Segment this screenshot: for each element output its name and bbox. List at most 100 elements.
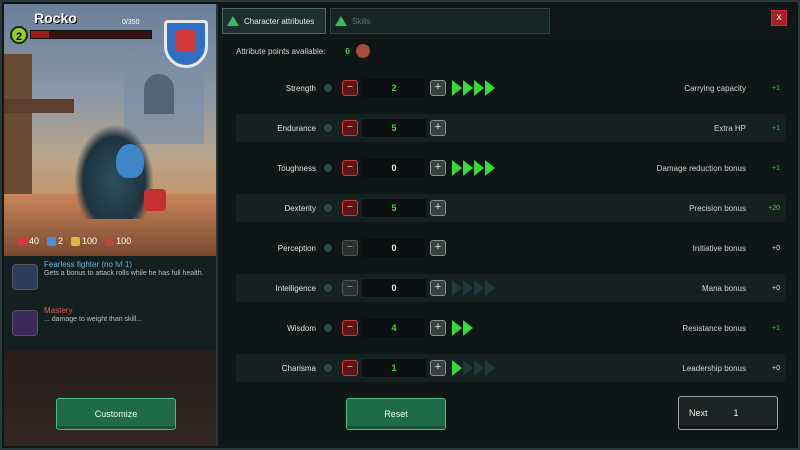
increase-button[interactable]: +	[430, 240, 446, 256]
stat-armor: 2	[47, 234, 63, 248]
perk-description: Gets a bonus to attack rolls while he ha…	[44, 270, 204, 277]
derived-stat-value: +1	[772, 164, 780, 172]
decrease-button[interactable]: −	[342, 280, 358, 296]
derived-stat-label: Extra HP	[713, 123, 746, 133]
hero-weapon	[144, 189, 166, 211]
perk-mask-icon	[12, 310, 38, 336]
stat-gold: 100	[71, 234, 97, 248]
close-button[interactable]: x	[771, 10, 787, 26]
background-beam	[4, 99, 74, 113]
attribute-row-strength: Strength −2 + Carrying capacity +1	[236, 74, 786, 102]
star-icon	[71, 236, 81, 246]
attribute-label: Toughness	[277, 163, 316, 173]
heart-icon	[18, 236, 27, 246]
background-window	[144, 74, 174, 114]
attribute-row-charisma: Charisma −1 + Leadership bonus +0	[236, 354, 786, 382]
derived-stat-value: +1	[772, 324, 780, 332]
customize-button[interactable]: Customize	[56, 398, 176, 430]
arrow-right-icon	[463, 160, 473, 176]
info-icon[interactable]	[324, 124, 332, 132]
info-icon[interactable]	[324, 284, 332, 292]
bonus-arrows	[452, 280, 495, 296]
info-icon[interactable]	[324, 204, 332, 212]
character-stats: 40 2 100 100	[18, 234, 208, 248]
arrow-right-icon	[485, 280, 495, 296]
arrow-right-icon	[452, 320, 462, 336]
info-icon[interactable]	[324, 244, 332, 252]
stat-health: 40	[18, 234, 39, 248]
fist-icon	[176, 30, 196, 52]
increase-button[interactable]: +	[430, 80, 446, 96]
perk-entry[interactable]: Mastery ... damage to weight than skill.…	[12, 306, 212, 342]
decrease-button[interactable]: −	[342, 320, 358, 336]
arrow-right-icon	[452, 160, 462, 176]
info-icon[interactable]	[324, 84, 332, 92]
attribute-label: Perception	[277, 243, 316, 253]
decrease-button[interactable]: −	[342, 360, 358, 376]
attribute-row-dexterity: Dexterity −5 + Precision bonus +20	[236, 194, 786, 222]
perk-title: Mastery	[44, 306, 73, 315]
character-panel: Rocko 2 0/350 40 2 100 100 Fearless figh…	[4, 4, 218, 446]
decrease-button[interactable]: −	[342, 240, 358, 256]
attribute-label: Strength	[285, 83, 316, 93]
info-icon[interactable]	[324, 164, 332, 172]
stat-value: 40	[29, 236, 40, 246]
arrow-right-icon	[452, 80, 462, 96]
attribute-points-row: Attribute points available: 0	[236, 44, 370, 58]
arrow-right-icon	[452, 280, 462, 296]
up-arrow-icon	[335, 16, 347, 26]
derived-stat-label: Mana bonus	[701, 283, 746, 293]
attribute-value: 5	[362, 119, 426, 137]
tab-label: Character attributes	[244, 16, 315, 26]
next-button[interactable]: Next 1	[678, 396, 778, 430]
tab-skills[interactable]: Skills	[330, 8, 550, 34]
increase-button[interactable]: +	[430, 160, 446, 176]
info-icon[interactable]	[324, 364, 332, 372]
increase-button[interactable]: +	[430, 360, 446, 376]
derived-stat-label: Damage reduction bonus	[656, 163, 746, 173]
bonus-arrows	[452, 160, 495, 176]
hero-head	[116, 144, 144, 178]
perk-entry[interactable]: Fearless fighter (no lvl 1) Gets a bonus…	[12, 260, 212, 296]
sword-icon	[105, 236, 115, 246]
attribute-points-label: Attribute points available:	[236, 46, 326, 56]
attribute-label: Intelligence	[275, 283, 316, 293]
decrease-button[interactable]: −	[342, 200, 358, 216]
stat-attack: 100	[105, 234, 131, 248]
arrow-right-icon	[485, 80, 495, 96]
increase-button[interactable]: +	[430, 280, 446, 296]
info-icon[interactable]	[324, 324, 332, 332]
attribute-row-wisdom: Wisdom −4 + Resistance bonus +1	[236, 314, 786, 342]
attribute-row-endurance: Endurance −5 + Extra HP +1	[236, 114, 786, 142]
increase-button[interactable]: +	[430, 200, 446, 216]
tab-character-attributes[interactable]: Character attributes	[222, 8, 326, 34]
arrow-right-icon	[463, 280, 473, 296]
arrow-right-icon	[485, 160, 495, 176]
level-badge: 2	[10, 26, 28, 44]
attribute-points-value: 0	[345, 46, 350, 56]
shield-icon	[47, 236, 57, 246]
increase-button[interactable]: +	[430, 320, 446, 336]
xp-text: 0/350	[122, 19, 140, 26]
stat-value: 100	[82, 236, 98, 246]
attribute-label: Dexterity	[284, 203, 316, 213]
perk-description: ... damage to weight than skill...	[44, 316, 143, 323]
arrow-right-icon	[463, 80, 473, 96]
arrow-right-icon	[474, 160, 484, 176]
next-cost: 1	[733, 408, 739, 418]
decrease-button[interactable]: −	[342, 120, 358, 136]
derived-stat-value: +0	[772, 284, 780, 292]
attribute-value: 1	[362, 359, 426, 377]
derived-stat-value: +1	[772, 84, 780, 92]
arrow-right-icon	[474, 280, 484, 296]
decrease-button[interactable]: −	[342, 80, 358, 96]
attribute-value: 4	[362, 319, 426, 337]
arrow-right-icon	[485, 360, 495, 376]
attribute-label: Endurance	[277, 123, 316, 133]
decrease-button[interactable]: −	[342, 160, 358, 176]
increase-button[interactable]: +	[430, 120, 446, 136]
attribute-label: Charisma	[281, 363, 316, 373]
attribute-value: 0	[362, 279, 426, 297]
bonus-arrows	[452, 360, 495, 376]
reset-button[interactable]: Reset	[346, 398, 446, 430]
